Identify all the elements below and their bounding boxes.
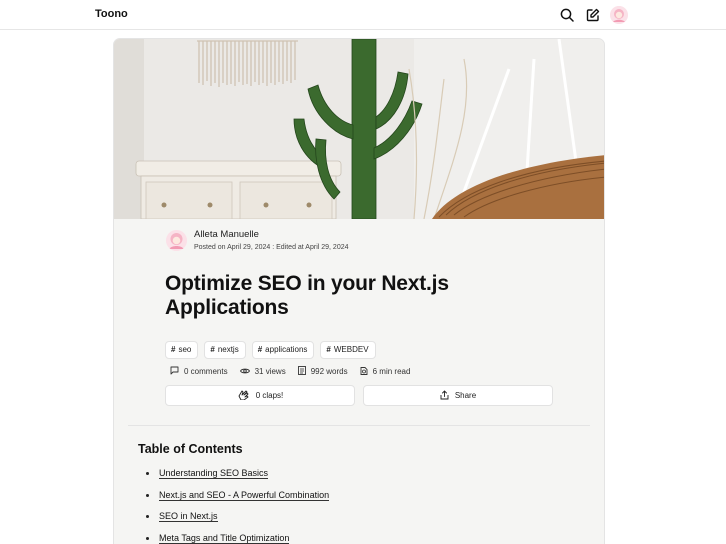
document-icon (297, 366, 306, 377)
views-count: 31 views (254, 367, 286, 376)
brand-logo[interactable]: Toono (95, 8, 128, 20)
article-card: Alleta Manuelle Posted on April 29, 2024… (113, 38, 605, 544)
tag-nextjs[interactable]: # nextjs (204, 341, 246, 359)
book-icon (360, 366, 368, 377)
toc-link[interactable]: Understanding SEO Basics (159, 468, 269, 480)
article-actions: 0 claps! Share (165, 385, 553, 406)
clap-button[interactable]: 0 claps! (165, 385, 355, 406)
top-navbar: Toono (0, 0, 726, 30)
toc-list: Understanding SEO Basics Next.js and SEO… (146, 463, 330, 544)
author-name[interactable]: Alleta Manuelle (194, 229, 349, 241)
tag-webdev[interactable]: # WEBDEV (320, 341, 376, 359)
tag-label: WEBDEV (333, 345, 369, 354)
section-divider (128, 425, 590, 426)
hash-icon: # (171, 345, 176, 354)
bullet (146, 493, 149, 497)
eye-icon (239, 367, 250, 377)
toc-link[interactable]: Next.js and SEO - A Powerful Combination (159, 490, 330, 501)
comments-count: 0 comments (184, 367, 228, 376)
comment-icon (170, 366, 179, 377)
tag-label: applications (265, 345, 308, 354)
toc-link[interactable]: SEO in Next.js (159, 511, 218, 523)
toc-item: Next.js and SEO - A Powerful Combination (146, 485, 330, 507)
post-date: Posted on April 29, 2024 : Edited at Apr… (194, 244, 349, 251)
bullet (146, 536, 149, 540)
hash-icon: # (257, 345, 263, 354)
share-button[interactable]: Share (363, 385, 553, 406)
words-count: 992 words (310, 367, 348, 376)
hash-icon: # (326, 345, 331, 354)
search-icon[interactable] (558, 7, 575, 24)
tag-applications[interactable]: # applications (251, 341, 315, 359)
toc-heading: Table of Contents (138, 442, 243, 456)
article-stats: 0 comments 31 views 992 words 6 min read (170, 366, 410, 377)
bullet (146, 515, 149, 519)
comments-stat[interactable]: 0 comments (170, 366, 228, 377)
edit-icon[interactable] (584, 7, 601, 24)
clap-icon (237, 389, 250, 402)
read-time-stat: 6 min read (360, 366, 411, 377)
hash-icon: # (210, 345, 215, 354)
user-avatar[interactable] (610, 6, 628, 24)
cover-image (114, 39, 604, 219)
article-title: Optimize SEO in your Next.js Application… (165, 272, 449, 319)
toc-item: Meta Tags and Title Optimization (146, 528, 329, 544)
tag-label: seo (178, 345, 192, 354)
bullet (146, 472, 149, 476)
tag-label: nextjs (217, 345, 239, 354)
dresser (135, 160, 342, 219)
top-actions (558, 5, 628, 25)
share-icon (440, 389, 449, 402)
words-stat: 992 words (297, 366, 348, 377)
author-avatar[interactable] (166, 229, 187, 251)
toc-item: Understanding SEO Basics (146, 463, 329, 485)
read-time: 6 min read (372, 367, 411, 376)
clap-count: 0 claps! (255, 391, 284, 400)
share-label: Share (454, 391, 477, 400)
toc-link[interactable]: Meta Tags and Title Optimization (159, 533, 290, 544)
toc-item: SEO in Next.js (146, 506, 329, 528)
tag-list: # seo # nextjs # applications # WEBDEV (165, 341, 376, 359)
author-info: Alleta Manuelle Posted on April 29, 2024… (166, 229, 349, 251)
tag-seo[interactable]: # seo (165, 341, 199, 359)
views-stat: 31 views (239, 367, 286, 377)
